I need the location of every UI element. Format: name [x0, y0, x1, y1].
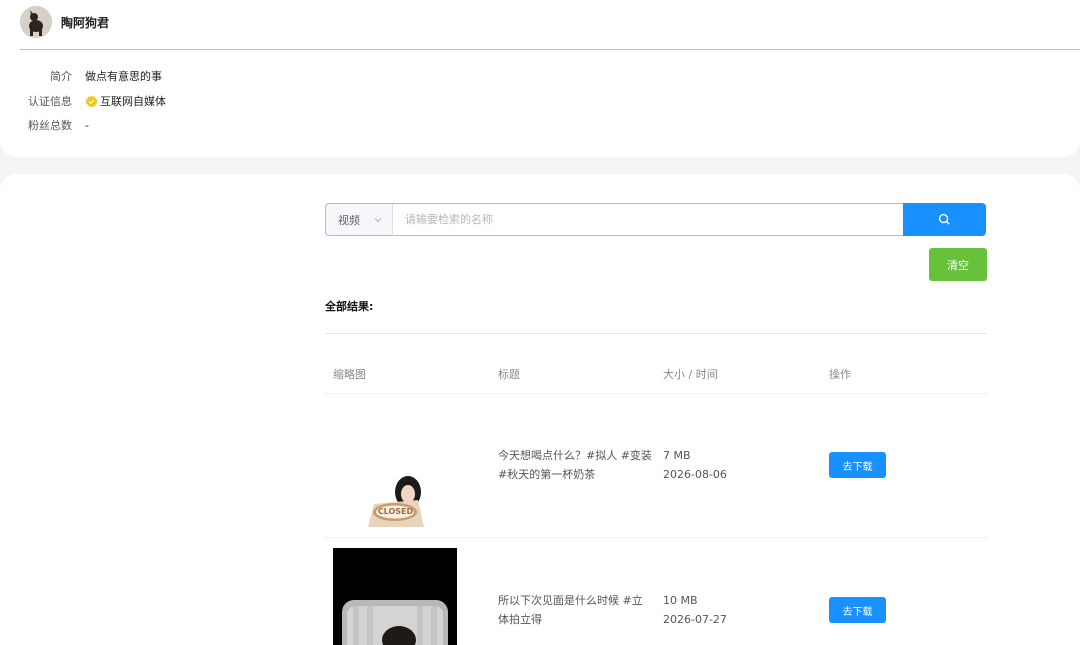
dog-avatar-icon — [20, 6, 52, 38]
search-icon — [938, 213, 950, 225]
column-header-action: 操作 — [829, 368, 851, 381]
video-thumbnail[interactable]: CLOSED — [366, 474, 424, 527]
info-value: 做点有意思的事 — [85, 70, 162, 83]
row-size-time: 7 MB 2026-08-06 — [663, 446, 727, 484]
row-title: 今天想喝点什么？#拟人 #变装 #秋天的第一杯奶茶 — [498, 449, 652, 481]
search-button[interactable] — [903, 203, 986, 236]
row-size: 10 MB — [663, 594, 698, 607]
verified-badge-icon — [85, 94, 98, 108]
divider — [325, 333, 987, 334]
search-input[interactable] — [392, 203, 904, 236]
column-header-size-time: 大小 / 时间 — [663, 368, 718, 381]
info-label: 简介 — [50, 70, 72, 83]
username: 陶阿狗君 — [61, 15, 110, 30]
info-row-intro: 简介 做点有意思的事 — [0, 67, 162, 85]
column-header-thumbnail: 缩略图 — [333, 368, 366, 381]
row-size-time: 10 MB 2026-07-27 — [663, 591, 727, 629]
divider — [325, 393, 987, 394]
video-thumbnail[interactable] — [333, 548, 457, 645]
thumbnail-sign-text: CLOSED — [377, 507, 414, 516]
column-header-title: 标题 — [498, 368, 520, 381]
row-size: 7 MB — [663, 449, 691, 462]
row-divider — [325, 537, 987, 538]
row-date: 2026-08-06 — [663, 468, 727, 481]
thumbnail-image — [333, 548, 457, 645]
info-row-verification: 认证信息 互联网自媒体 — [0, 92, 166, 110]
row-date: 2026-07-27 — [663, 613, 727, 626]
chevron-down-icon — [374, 218, 382, 223]
avatar[interactable] — [20, 6, 52, 38]
profile-header: 陶阿狗君 — [20, 5, 109, 39]
results-title: 全部结果: — [325, 300, 374, 313]
select-value: 视频 — [338, 213, 360, 227]
download-button[interactable]: 去下载 — [829, 452, 886, 478]
info-row-fans: 粉丝总数 - — [0, 116, 89, 134]
info-label: 认证信息 — [28, 95, 72, 108]
results-panel — [0, 174, 1080, 645]
download-button[interactable]: 去下载 — [829, 597, 886, 623]
thumbnail-image — [366, 474, 424, 527]
info-value: - — [85, 118, 89, 132]
verification-text: 互联网自媒体 — [100, 95, 166, 108]
search-type-select[interactable]: 视频 — [325, 203, 393, 236]
profile-card: 陶阿狗君 简介 做点有意思的事 认证信息 互联网自媒体 粉丝总数 - — [0, 0, 1080, 157]
info-label: 粉丝总数 — [28, 119, 72, 132]
clear-button[interactable]: 清空 — [929, 248, 987, 281]
row-title: 所以下次见面是什么时候 #立体拍立得 — [498, 594, 643, 626]
info-value-wrapper: 互联网自媒体 — [85, 93, 166, 109]
divider — [20, 49, 1080, 50]
